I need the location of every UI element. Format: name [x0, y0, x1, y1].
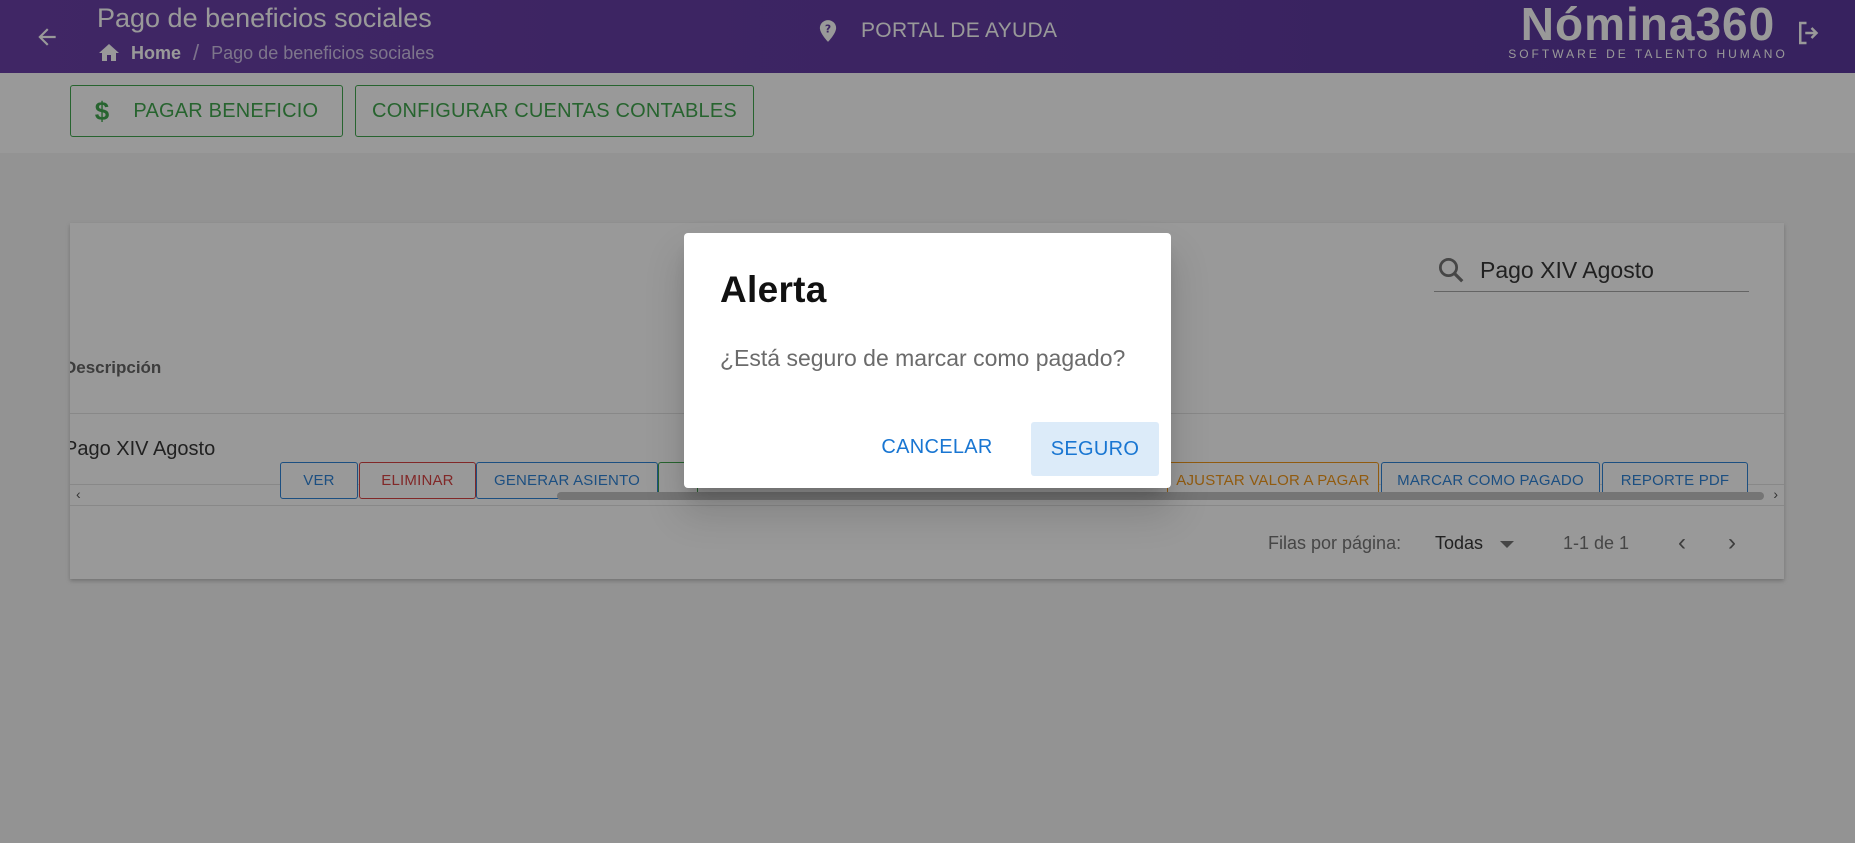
dialog-title: Alerta [720, 269, 827, 310]
confirm-button[interactable]: SEGURO [1031, 422, 1159, 476]
dialog-message: ¿Está seguro de marcar como pagado? [720, 345, 1126, 371]
cancel-button[interactable]: CANCELAR [864, 422, 1010, 472]
alert-dialog: Alerta ¿Está seguro de marcar como pagad… [684, 233, 1171, 488]
